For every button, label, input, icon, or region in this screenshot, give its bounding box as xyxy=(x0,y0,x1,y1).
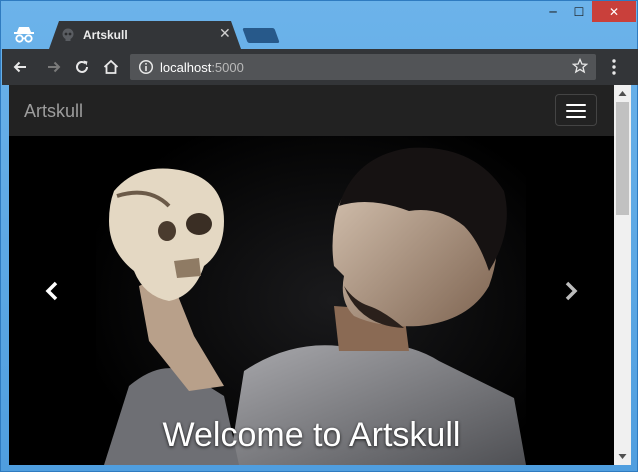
site-navbar: Artskull xyxy=(9,85,614,136)
url-text: localhost:5000 xyxy=(160,60,244,75)
navbar-brand[interactable]: Artskull xyxy=(24,101,83,122)
browser-toolbar: localhost:5000 xyxy=(2,49,638,85)
new-tab-button[interactable] xyxy=(242,28,280,43)
tab-title: Artskull xyxy=(83,28,128,42)
menu-dots-icon[interactable] xyxy=(606,58,622,76)
info-icon[interactable] xyxy=(138,59,154,75)
bookmark-star-icon[interactable] xyxy=(572,58,588,74)
scrollbar-thumb[interactable] xyxy=(616,102,629,215)
vertical-scrollbar[interactable] xyxy=(614,85,631,465)
scroll-down-arrow-icon[interactable] xyxy=(618,452,627,461)
hamburger-bar-icon xyxy=(566,116,586,118)
back-arrow-icon[interactable] xyxy=(11,58,29,76)
carousel-next-chevron-icon[interactable] xyxy=(556,276,584,306)
skull-favicon-icon xyxy=(62,28,74,41)
browser-window: ─ ☐ ✕ Artskull ✕ localhost:5000 Artskull… xyxy=(0,0,638,472)
reload-icon[interactable] xyxy=(73,58,91,76)
hamburger-bar-icon xyxy=(566,110,586,112)
page-viewport: Artskull Welcome to Artskull xyxy=(9,85,614,465)
url-host: localhost xyxy=(160,60,212,75)
window-controls: ─ ☐ ✕ xyxy=(540,1,636,23)
forward-arrow-icon[interactable] xyxy=(45,58,63,76)
scroll-up-arrow-icon[interactable] xyxy=(618,89,627,98)
close-window-button[interactable]: ✕ xyxy=(592,1,636,22)
hamburger-bar-icon xyxy=(566,104,586,106)
tab-close-icon[interactable]: ✕ xyxy=(219,26,231,42)
hero-carousel: Welcome to Artskull xyxy=(9,136,614,465)
carousel-caption: Welcome to Artskull xyxy=(162,416,461,454)
address-bar[interactable]: localhost:5000 xyxy=(130,54,596,80)
minimize-button[interactable]: ─ xyxy=(540,1,566,22)
navbar-toggle-button[interactable] xyxy=(555,94,597,126)
incognito-icon xyxy=(14,27,34,43)
browser-tab[interactable]: Artskull ✕ xyxy=(49,21,241,49)
maximize-button[interactable]: ☐ xyxy=(566,1,592,22)
home-icon[interactable] xyxy=(102,58,120,76)
url-port: :5000 xyxy=(211,60,244,75)
carousel-prev-chevron-icon[interactable] xyxy=(39,276,67,306)
